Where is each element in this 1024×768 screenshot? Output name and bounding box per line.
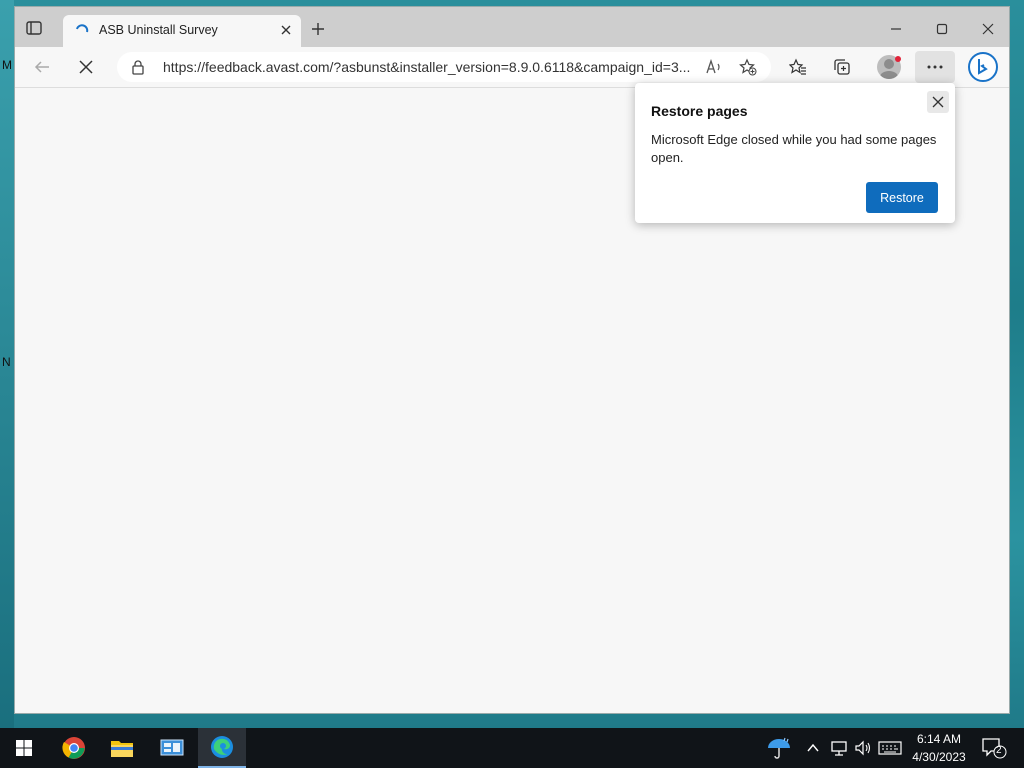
close-dialog-icon[interactable] [927, 91, 949, 113]
edge-taskbar-icon[interactable] [198, 728, 246, 768]
close-window-icon[interactable] [965, 15, 1011, 43]
restore-button[interactable]: Restore [866, 182, 938, 213]
dialog-heading: Restore pages [651, 103, 748, 119]
read-aloud-icon[interactable] [705, 58, 723, 75]
favorites-icon[interactable] [788, 58, 807, 76]
start-icon[interactable] [0, 728, 48, 768]
stop-loading-icon[interactable] [77, 58, 95, 76]
notification-center-icon[interactable]: 2 [980, 736, 1008, 760]
bing-icon[interactable] [967, 51, 999, 83]
tab-asb-uninstall-survey[interactable]: ASB Uninstall Survey [63, 15, 301, 47]
system-clock[interactable]: 6:14 AM 4/30/2023 [906, 730, 972, 766]
keyboard-icon[interactable] [878, 739, 902, 757]
minimize-icon[interactable] [873, 15, 919, 43]
tab-bar: ASB Uninstall Survey [15, 7, 1009, 47]
tab-actions-icon[interactable] [25, 19, 43, 37]
taskbar: 6:14 AM 4/30/2023 2 [0, 728, 1024, 768]
tab-title: ASB Uninstall Survey [99, 23, 218, 37]
volume-icon[interactable] [854, 739, 872, 757]
dialog-message: Microsoft Edge closed while you had some… [651, 132, 937, 165]
url-text[interactable]: https://feedback.avast.com/?asbunst&inst… [163, 59, 703, 75]
file-explorer-icon[interactable] [98, 728, 146, 768]
network-icon[interactable] [830, 739, 848, 757]
close-tab-icon[interactable] [279, 23, 293, 37]
collections-icon[interactable] [833, 58, 851, 76]
browser-window: ASB Uninstall Survey https://feedback.av… [14, 6, 1010, 714]
control-panel-icon[interactable] [148, 728, 196, 768]
notification-count: 2 [996, 745, 1002, 756]
new-tab-icon[interactable] [311, 22, 325, 36]
desktop-icon-label: N [2, 355, 11, 369]
clock-date: 4/30/2023 [912, 750, 966, 764]
profile-notification-dot [895, 56, 901, 62]
lock-icon[interactable] [131, 59, 145, 75]
chevron-up-icon[interactable] [806, 739, 820, 757]
more-icon[interactable] [915, 51, 955, 83]
chrome-icon[interactable] [50, 728, 98, 768]
weather-icon[interactable] [766, 736, 792, 759]
restore-pages-dialog: Restore pages Microsoft Edge closed whil… [635, 83, 955, 223]
loading-spinner-icon [75, 24, 89, 38]
navigation-toolbar: https://feedback.avast.com/?asbunst&inst… [15, 47, 1009, 88]
clock-time: 6:14 AM [916, 732, 962, 746]
desktop-icon-label: M [2, 58, 12, 72]
add-favorite-icon[interactable] [739, 58, 757, 76]
maximize-icon[interactable] [919, 15, 965, 43]
address-bar[interactable]: https://feedback.avast.com/?asbunst&inst… [117, 52, 771, 82]
back-icon[interactable] [33, 58, 51, 76]
